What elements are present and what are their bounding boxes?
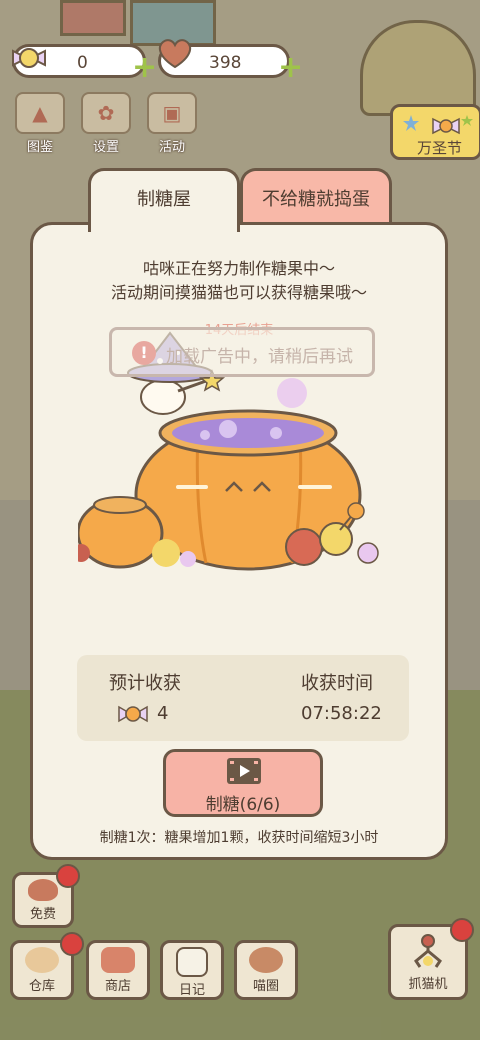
notification-dot <box>450 918 474 942</box>
halloween-event-button[interactable]: 万圣节 <box>390 104 480 160</box>
description-line-1: 咕咪正在努力制作糖果中～ <box>142 259 335 278</box>
expected-harvest-value: 4 <box>157 703 169 724</box>
candy-icon <box>118 705 148 723</box>
harvest-time-value: 07:58:22 <box>301 703 382 724</box>
diary-button[interactable]: 日记 <box>160 940 224 1000</box>
claw-machine-label: 抓猫机 <box>408 977 448 992</box>
gift-icon: ▣ <box>147 92 197 134</box>
harvest-time-label: 收获时间 <box>301 673 373 694</box>
candy-stars-icon <box>403 115 473 135</box>
cat-circle-label: 喵圈 <box>252 979 279 994</box>
warehouse-label: 仓库 <box>28 979 55 994</box>
description-line-2: 活动期间摸猫猫也可以获得糖果哦～ <box>110 283 367 302</box>
settings-label: 设置 <box>92 140 119 155</box>
gear-icon: ✿ <box>81 92 131 134</box>
diary-label: 日记 <box>178 983 205 998</box>
events-button[interactable]: ▣ 活动 <box>144 92 200 155</box>
cat-book-icon: ▲ <box>15 92 65 134</box>
ad-loading-toast: ! 加载广告中，请稍后再试 <box>109 327 375 377</box>
toast-message: 加载广告中，请稍后再试 <box>166 347 353 367</box>
harvest-info-box: 预计收获 4 收获时间 07:58:22 <box>77 655 409 741</box>
candy-currency-bar: 0 <box>12 44 146 78</box>
candy-count: 0 <box>77 53 88 73</box>
catalog-button[interactable]: ▲ 图鉴 <box>12 92 68 155</box>
cat-face-icon <box>249 947 283 973</box>
catalog-label: 图鉴 <box>26 140 53 155</box>
heart-count: 398 <box>209 53 242 73</box>
shop-label: 商店 <box>104 979 131 994</box>
make-candy-button[interactable]: 制糖(6/6) <box>163 749 323 817</box>
free-label: 免费 <box>29 907 56 922</box>
warning-icon: ! <box>132 341 156 365</box>
settings-button[interactable]: ✿ 设置 <box>78 92 134 155</box>
expected-harvest-label: 预计收获 <box>109 673 181 694</box>
basket-icon <box>25 947 59 973</box>
notification-dot <box>56 864 80 888</box>
video-ad-icon <box>227 758 261 784</box>
cookie-heart-icon <box>28 879 58 901</box>
tab-candy-house[interactable]: 制糖屋 <box>88 168 240 232</box>
cat-circle-button[interactable]: 喵圈 <box>234 940 298 1000</box>
add-candy-icon[interactable]: + <box>132 53 157 83</box>
halloween-event-label: 万圣节 <box>417 139 463 157</box>
candy-house-panel: 咕咪正在努力制作糖果中～ 活动期间摸猫猫也可以获得糖果哦～ 14天后结束 <box>30 222 448 860</box>
cookie-heart-icon <box>158 39 192 69</box>
make-candy-note: 制糖1次：糖果增加1颗，收获时间缩短3小时 <box>99 830 379 846</box>
heart-currency-bar: 398 <box>158 39 290 78</box>
make-candy-label: 制糖(6/6) <box>205 795 281 815</box>
diary-icon <box>176 947 208 977</box>
notification-dot <box>60 932 84 956</box>
claw-icon <box>414 934 442 968</box>
candy-icon <box>12 48 46 68</box>
shop-button[interactable]: 商店 <box>86 940 150 1000</box>
shop-icon <box>101 947 135 973</box>
events-label: 活动 <box>158 140 185 155</box>
add-heart-icon[interactable]: + <box>278 53 303 83</box>
